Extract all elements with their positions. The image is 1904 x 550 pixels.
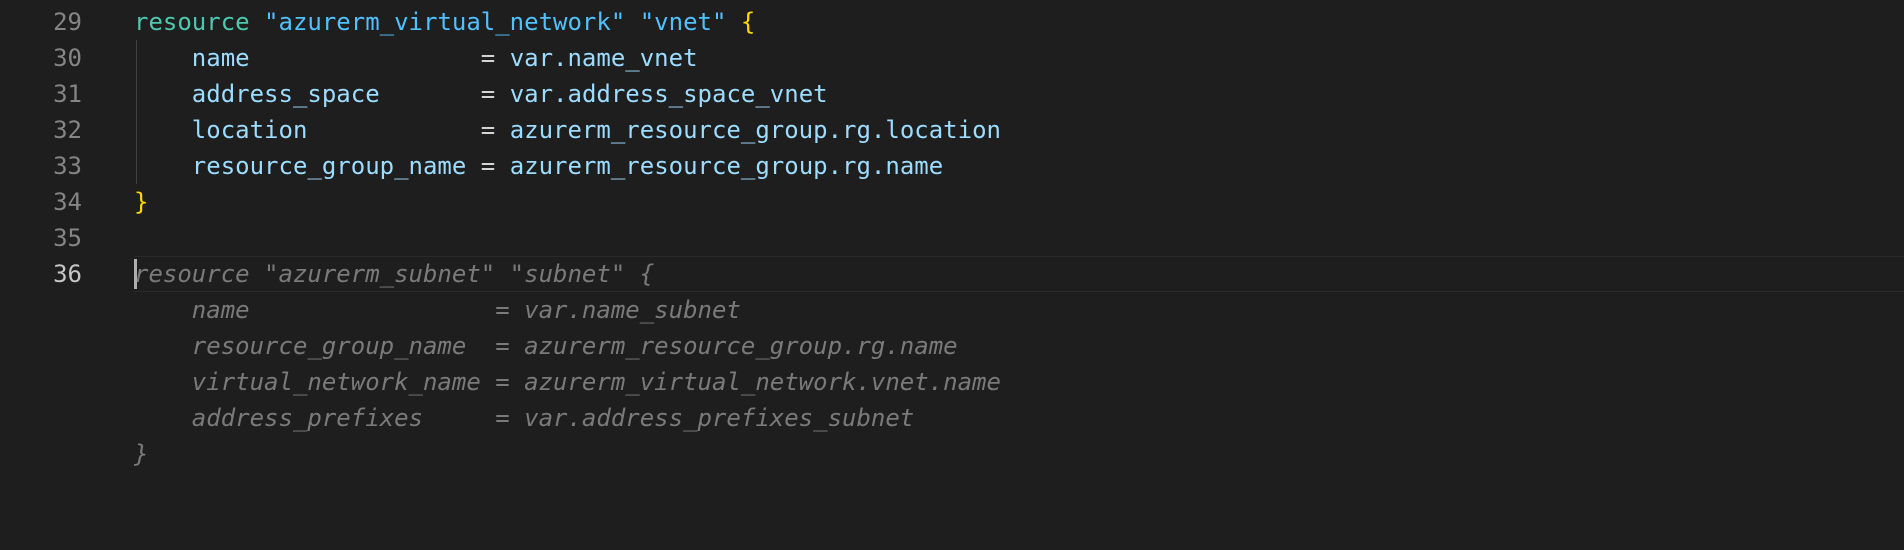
close-brace: } [134, 188, 149, 216]
attribute-key: resource_group_name [191, 152, 467, 180]
code-line[interactable]: } [134, 184, 148, 220]
code-line[interactable]: resource "azurerm_virtual_network" "vnet… [134, 4, 755, 40]
resource-keyword: resource [134, 8, 250, 36]
line-number: 30 [53, 44, 82, 72]
code-area[interactable]: resource "azurerm_virtual_network" "vnet… [134, 0, 1904, 550]
inline-suggestion-line: name = var.name_subnet [134, 296, 741, 324]
attribute-padding [307, 116, 480, 144]
inline-suggestion-line: virtual_network_name = azurerm_virtual_n… [134, 368, 1001, 396]
inline-suggestion-line: } [134, 440, 149, 468]
line-number: 35 [53, 224, 82, 252]
code-line[interactable]: resource_group_name = azurerm_resource_g… [134, 148, 943, 184]
line-number: 32 [53, 116, 82, 144]
text-cursor [134, 259, 137, 289]
line-number: 34 [53, 188, 82, 216]
line-number: 31 [53, 80, 82, 108]
attribute-value: var.name_vnet [509, 44, 698, 72]
attribute-value: azurerm_resource_group.rg.location [509, 116, 1001, 144]
attribute-value: var.address_space_vnet [509, 80, 828, 108]
attribute-key: location [191, 116, 308, 144]
code-line[interactable]: location = azurerm_resource_group.rg.loc… [134, 112, 1001, 148]
code-line[interactable]: name = var.name_vnet [134, 40, 698, 76]
inline-suggestion-line: resource "azurerm_subnet" "subnet" { [134, 260, 655, 288]
line-number: 33 [53, 152, 82, 180]
attribute-padding [380, 80, 481, 108]
attribute-padding [250, 44, 481, 72]
inline-suggestion-line: resource_group_name = azurerm_resource_g… [134, 332, 958, 360]
inline-suggestion-line: address_prefixes = var.address_prefixes_… [134, 404, 915, 432]
line-number-gutter: 29 30 31 32 33 34 35 36 [0, 0, 110, 550]
resource-type-string: "azurerm_virtual_network" [264, 8, 626, 36]
resource-name-string: "vnet" [639, 8, 727, 36]
attribute-padding [466, 152, 480, 180]
code-line[interactable]: address_space = var.address_space_vnet [134, 76, 828, 112]
attribute-key: name [191, 44, 250, 72]
attribute-value: azurerm_resource_group.rg.name [509, 152, 944, 180]
code-editor[interactable]: 29 30 31 32 33 34 35 36 resource "azurer… [0, 0, 1904, 550]
line-number: 29 [53, 8, 82, 36]
active-line-number: 36 [53, 260, 82, 288]
open-brace: { [740, 8, 756, 36]
attribute-key: address_space [191, 80, 380, 108]
